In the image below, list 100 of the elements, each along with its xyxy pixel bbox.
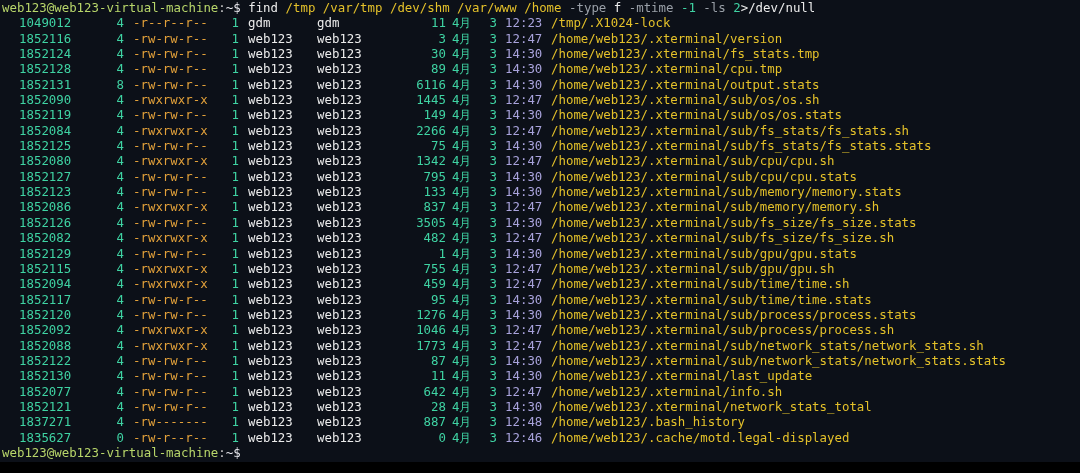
link-count: 1	[231, 230, 239, 246]
group-name: web123	[317, 153, 362, 169]
group-name: web123	[317, 46, 362, 62]
month-text: 4月	[452, 398, 472, 415]
time-text: 12:23	[505, 15, 543, 31]
owner-name: web123	[248, 352, 293, 369]
time-text: 12:46	[505, 429, 543, 445]
day-text: 3	[489, 76, 497, 93]
permissions-text: -rwxrwxr-x	[133, 322, 208, 338]
time-text: 14:30	[505, 306, 543, 323]
permissions-text: -rw-rw-r--	[133, 368, 208, 384]
file-size: 149	[423, 107, 446, 123]
owner-name: web123	[248, 214, 293, 231]
permissions-text: -rw-rw-r--	[133, 398, 208, 415]
owner-name: web123	[248, 276, 293, 292]
inode-number: 1049012	[19, 15, 72, 31]
file-path: /home/web123/.xterminal/network_stats_total	[551, 398, 872, 415]
file-size: 1046	[416, 322, 446, 338]
inode-number: 1852120	[19, 306, 72, 323]
inode-number: 1852116	[19, 30, 72, 47]
inode-number: 1852125	[19, 138, 72, 154]
permissions-text: -rw-rw-r--	[133, 306, 208, 323]
file-path: /home/web123/.xterminal/last_update	[551, 368, 813, 384]
time-text: 12:47	[505, 153, 543, 169]
time-text: 12:47	[505, 30, 543, 47]
group-name: web123	[317, 61, 362, 77]
link-count: 1	[231, 30, 239, 47]
owner-name: web123	[248, 383, 293, 399]
day-text: 3	[489, 276, 497, 292]
file-path: /home/web123/.xterminal/sub/time/time.sh	[551, 276, 850, 292]
file-path: /home/web123/.bash_history	[551, 414, 745, 430]
inode-number: 1852092	[19, 322, 72, 338]
block-count: 4	[116, 322, 124, 338]
permissions-text: -rwxrwxr-x	[133, 260, 208, 277]
file-size: 1445	[416, 92, 446, 108]
month-text: 4月	[452, 107, 472, 123]
time-text: 14:30	[505, 352, 543, 369]
file-path: /home/web123/.xterminal/sub/os/os.sh	[551, 92, 820, 108]
link-count: 1	[231, 414, 239, 430]
permissions-text: -rwxrwxr-x	[133, 337, 208, 353]
permissions-text: -rw-rw-r--	[133, 46, 208, 62]
time-text: 12:47	[505, 322, 543, 338]
owner-name: web123	[248, 92, 293, 108]
file-size: 1342	[416, 153, 446, 169]
time-text: 14:30	[505, 107, 543, 123]
file-path: /home/web123/.xterminal/cpu.tmp	[551, 61, 783, 77]
file-size: 887	[423, 414, 446, 430]
month-text: 4月	[452, 306, 472, 323]
owner-name: web123	[248, 291, 293, 307]
owner-name: web123	[248, 230, 293, 246]
file-size: 1	[438, 245, 446, 261]
link-count: 1	[231, 122, 239, 139]
file-size: 11	[431, 15, 446, 31]
group-name: gdm	[317, 15, 340, 31]
permissions-text: -rw-rw-r--	[133, 30, 208, 47]
month-text: 4月	[452, 153, 472, 169]
file-path: /home/web123/.xterminal/fs_stats.tmp	[551, 46, 820, 62]
owner-name: web123	[248, 306, 293, 323]
file-path: /home/web123/.xterminal/sub/time/time.stats	[551, 291, 872, 307]
file-size: 87	[431, 352, 446, 369]
owner-name: web123	[248, 322, 293, 338]
time-text: 12:47	[505, 122, 543, 139]
inode-number: 1837271	[19, 414, 72, 430]
owner-name: web123	[248, 30, 293, 47]
file-size: 459	[423, 276, 446, 292]
day-text: 3	[489, 322, 497, 338]
shell-prompt: web123@web123-virtual-machine:~$	[2, 444, 241, 461]
inode-number: 1852094	[19, 276, 72, 292]
inode-number: 1852123	[19, 184, 72, 200]
link-count: 1	[231, 337, 239, 353]
inode-number: 1852122	[19, 352, 72, 369]
block-count: 4	[116, 291, 124, 307]
file-size: 133	[423, 184, 446, 200]
owner-name: web123	[248, 414, 293, 430]
group-name: web123	[317, 337, 362, 353]
file-path: /home/web123/.xterminal/sub/fs_stats/fs_stats.sh	[551, 122, 910, 139]
file-path: /home/web123/.xterminal/sub/network_stats/network_stats.stats	[551, 352, 1007, 369]
block-count: 4	[116, 199, 124, 215]
month-text: 4月	[452, 184, 472, 200]
file-size: 30	[431, 46, 446, 62]
time-text: 12:47	[505, 199, 543, 215]
month-text: 4月	[452, 260, 472, 277]
file-path: /home/web123/.xterminal/sub/cpu/cpu.stats	[551, 168, 857, 185]
group-name: web123	[317, 107, 362, 123]
day-text: 3	[489, 199, 497, 215]
group-name: web123	[317, 199, 362, 215]
inode-number: 1852121	[19, 398, 72, 415]
file-path: /home/web123/.xterminal/sub/cpu/cpu.sh	[551, 153, 835, 169]
block-count: 4	[116, 260, 124, 277]
link-count: 1	[231, 46, 239, 62]
link-count: 1	[231, 168, 239, 185]
inode-number: 1852129	[19, 245, 72, 261]
day-text: 3	[489, 291, 497, 307]
file-path: /home/web123/.xterminal/sub/memory/memory.sh	[551, 199, 880, 215]
link-count: 1	[231, 352, 239, 369]
inode-number: 1852086	[19, 199, 72, 215]
link-count: 1	[231, 153, 239, 169]
block-count: 4	[116, 138, 124, 154]
block-count: 4	[116, 368, 124, 384]
month-text: 4月	[452, 199, 472, 215]
